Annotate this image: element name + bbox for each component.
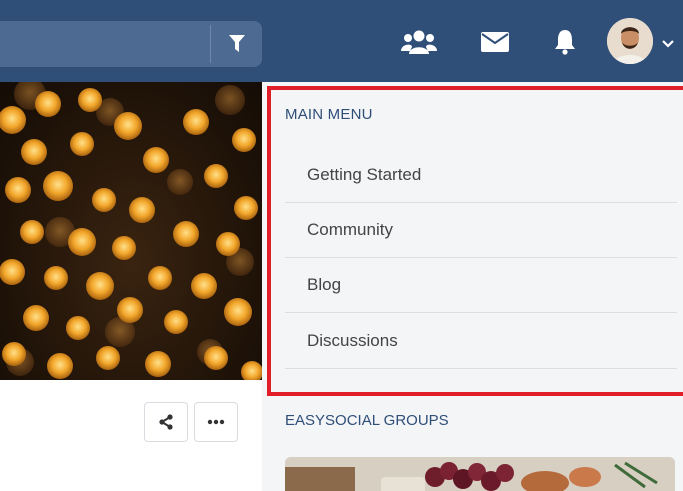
search-input[interactable] (0, 21, 210, 67)
user-avatar[interactable] (607, 18, 653, 64)
menu-item-discussions[interactable]: Discussions (285, 314, 677, 369)
bell-icon (555, 30, 575, 55)
account-menu-toggle[interactable] (661, 36, 675, 48)
menu-item-getting-started[interactable]: Getting Started (285, 148, 677, 203)
friends-button[interactable] (399, 26, 439, 58)
filter-button[interactable] (211, 21, 262, 67)
groups-heading: EASYSOCIAL GROUPS (285, 412, 449, 429)
notifications-button[interactable] (551, 26, 579, 58)
main-menu-panel: MAIN MENU Getting Started Community Blog… (267, 86, 683, 396)
share-icon (159, 414, 173, 430)
menu-item-community[interactable]: Community (285, 203, 677, 258)
filter-icon (228, 35, 245, 52)
top-navbar (0, 0, 683, 82)
search-bar (0, 21, 262, 67)
users-icon (401, 30, 437, 54)
more-options-button[interactable] (194, 402, 238, 442)
post-cover-image (0, 82, 262, 380)
main-menu-heading: MAIN MENU (285, 106, 373, 123)
chevron-down-icon (662, 40, 674, 48)
group-cover-image (285, 457, 675, 491)
menu-item-blog[interactable]: Blog (285, 258, 677, 313)
envelope-icon (481, 32, 509, 52)
share-button[interactable] (144, 402, 188, 442)
ellipsis-icon (207, 419, 225, 425)
group-card[interactable] (285, 457, 675, 491)
avatar-image (607, 18, 653, 64)
messages-button[interactable] (479, 26, 511, 58)
